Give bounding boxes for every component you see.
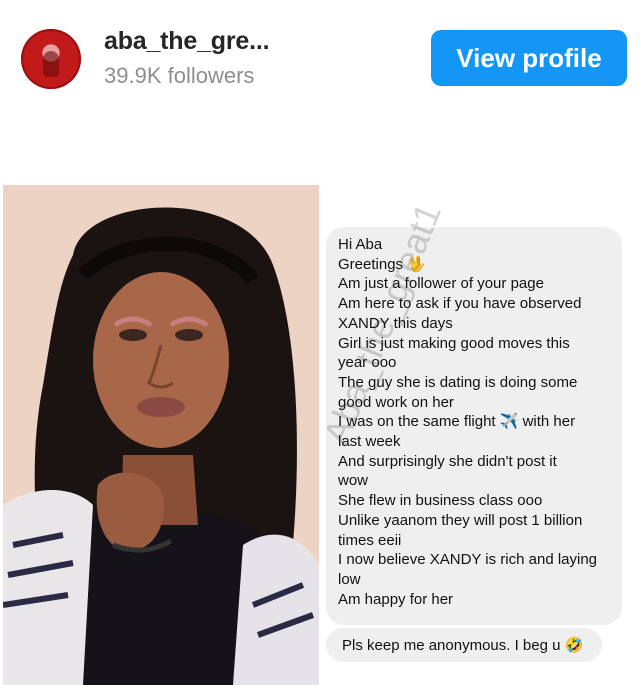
message-line: last week <box>338 433 401 451</box>
dm-screenshot: Hi Aba Greetings 🖖 Am just a follower of… <box>315 185 640 685</box>
anonymous-message-bubble: Pls keep me anonymous. I beg u 🤣 <box>326 628 602 662</box>
profile-avatar[interactable] <box>21 29 81 89</box>
message-line: She flew in business class ooo <box>338 492 543 510</box>
woman-photo <box>3 185 319 685</box>
message-line: I was on the same flight ✈️ with her <box>338 413 576 431</box>
message-line: Am here to ask if you have observed <box>338 295 582 313</box>
view-profile-button[interactable]: View profile <box>431 30 627 86</box>
message-text: Hi Aba Greetings 🖖 Am just a follower of… <box>338 235 618 609</box>
message-line: XANDY this days <box>338 314 453 332</box>
message-line: Greetings 🖖 <box>338 255 426 273</box>
message-line: I now believe XANDY is rich and laying <box>338 551 598 569</box>
anonymous-message-text: Pls keep me anonymous. I beg u 🤣 <box>342 637 584 654</box>
message-line: times eeii <box>338 531 402 549</box>
message-line: The guy she is dating is doing some <box>338 373 578 391</box>
message-line: Hi Aba <box>338 236 383 253</box>
follower-count: 39.9K followers <box>104 63 255 88</box>
username[interactable]: aba_the_gre... <box>104 27 270 56</box>
portrait-illustration <box>3 185 319 685</box>
message-line: Unlike yaanom they will post 1 billion <box>338 511 583 529</box>
message-line: Am happy for her <box>338 590 454 608</box>
message-line: good work on her <box>338 393 454 411</box>
message-line: wow <box>338 472 369 490</box>
message-bubble: Hi Aba Greetings 🖖 Am just a follower of… <box>326 227 622 625</box>
message-line: Girl is just making good moves this <box>338 334 570 352</box>
message-line: low <box>338 570 361 588</box>
message-line: Am just a follower of your page <box>338 275 544 293</box>
message-line: year ooo <box>338 354 397 372</box>
message-line: And surprisingly she didn't post it <box>338 452 557 470</box>
post-header: aba_the_gre... 39.9K followers View prof… <box>0 0 640 120</box>
